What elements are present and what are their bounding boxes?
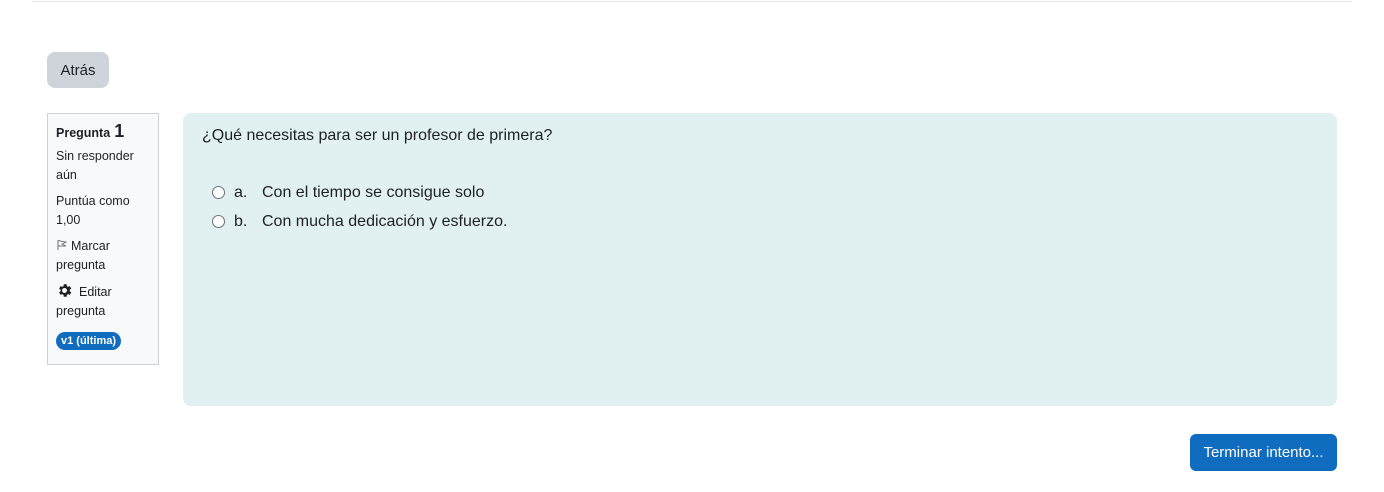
top-divider <box>32 0 1352 2</box>
version-badge: v1 (última) <box>56 332 122 350</box>
question-content: ¿Qué necesitas para ser un profesor de p… <box>183 113 1337 406</box>
question-text: ¿Qué necesitas para ser un profesor de p… <box>202 127 553 144</box>
flag-icon <box>57 240 68 250</box>
answer-option-a[interactable]: a. Con el tiempo se consigue solo <box>202 178 1318 207</box>
radio-button-a[interactable] <box>212 186 225 199</box>
radio-button-b[interactable] <box>212 215 225 228</box>
question-number-value: 1 <box>114 121 125 141</box>
question-grade: Puntúa como 1,00 <box>56 194 130 227</box>
answer-text: Con mucha dedicación y esfuerzo. <box>262 212 508 230</box>
answer-text: Con el tiempo se consigue solo <box>262 183 485 201</box>
question-info-panel: Pregunta 1 Sin responder aún Puntúa como… <box>47 113 159 365</box>
question-number: Pregunta 1 <box>56 122 150 143</box>
answer-letter: b. <box>234 212 248 230</box>
flag-question-link[interactable]: Marcar pregunta <box>56 237 150 275</box>
gear-icon <box>59 284 72 297</box>
edit-question-link[interactable]: Editar pregunta <box>56 282 150 321</box>
finish-attempt-button[interactable]: Terminar intento... <box>1190 434 1337 471</box>
question-number-label: Pregunta <box>56 126 111 140</box>
answer-letter: a. <box>234 183 248 201</box>
question-status: Sin responder aún <box>56 149 134 182</box>
back-button[interactable]: Atrás <box>47 52 109 88</box>
answer-option-b[interactable]: b. Con mucha dedicación y esfuerzo. <box>202 207 1318 236</box>
